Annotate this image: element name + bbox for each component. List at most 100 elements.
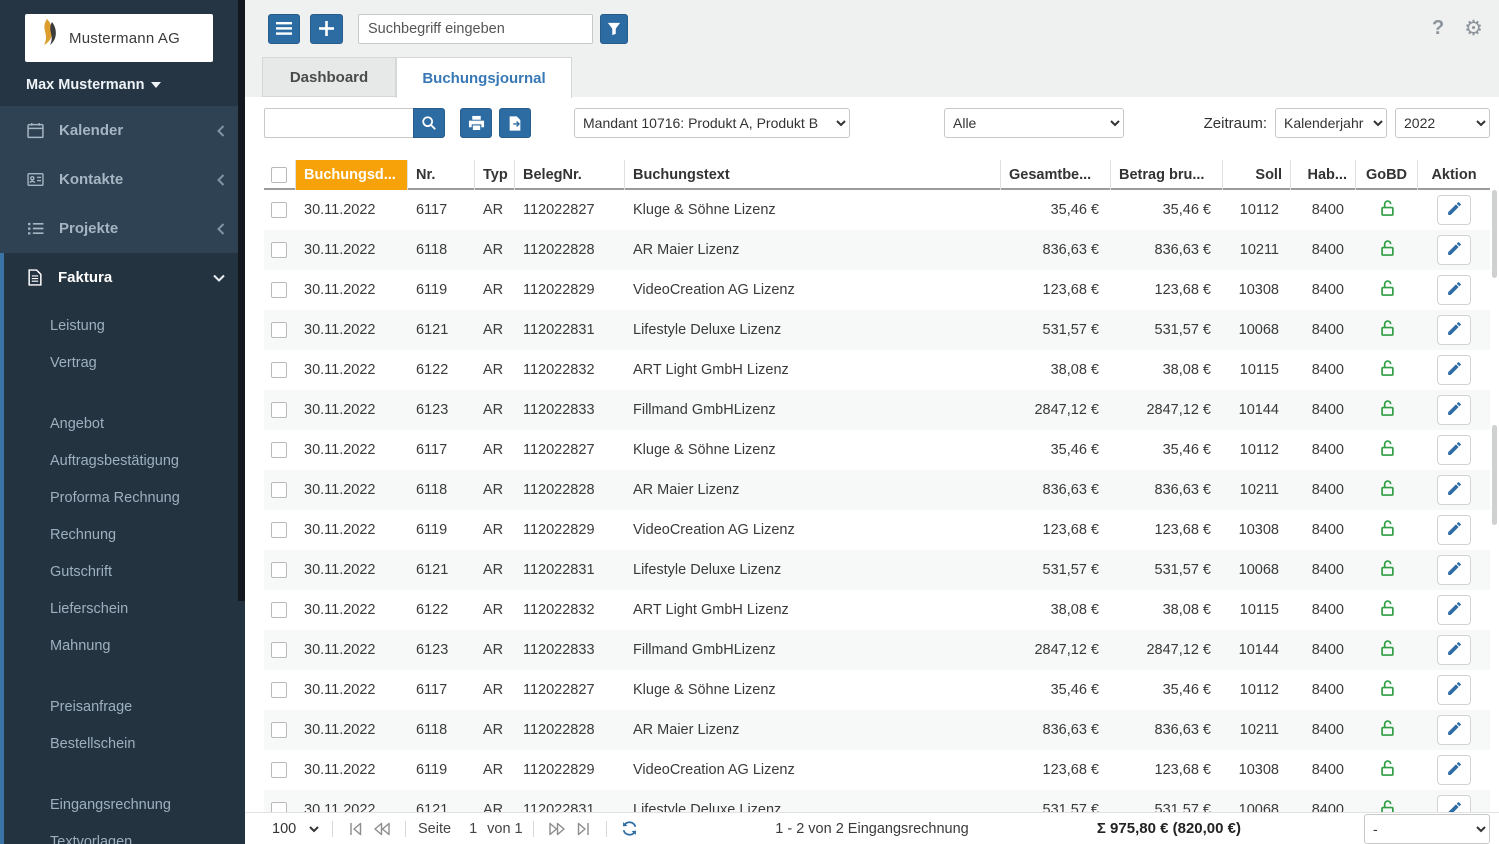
- edit-button[interactable]: [1437, 515, 1471, 545]
- global-search-input[interactable]: [358, 13, 593, 44]
- tab-buchungsjournal[interactable]: Buchungsjournal: [396, 57, 572, 98]
- edit-button[interactable]: [1437, 675, 1471, 705]
- status-filter-select[interactable]: Alle: [944, 108, 1124, 138]
- row-checkbox[interactable]: [271, 642, 287, 658]
- user-menu[interactable]: Max Mustermann: [0, 62, 245, 106]
- unlocked-icon[interactable]: [1380, 599, 1395, 617]
- column-header-belegnr[interactable]: BelegNr.: [515, 160, 625, 190]
- scrollbar-thumb[interactable]: [1492, 190, 1497, 278]
- search-button[interactable]: [413, 108, 445, 138]
- column-header-haben[interactable]: Hab...: [1291, 160, 1356, 190]
- row-checkbox[interactable]: [271, 722, 287, 738]
- unlocked-icon[interactable]: [1380, 279, 1395, 297]
- edit-button[interactable]: [1437, 715, 1471, 745]
- extra-action-select[interactable]: -: [1364, 813, 1490, 844]
- unlocked-icon[interactable]: [1380, 639, 1395, 657]
- edit-button[interactable]: [1437, 275, 1471, 305]
- column-header-nr[interactable]: Nr.: [408, 160, 475, 190]
- table-search-input[interactable]: [264, 108, 413, 138]
- tab-dashboard[interactable]: Dashboard: [262, 57, 396, 97]
- edit-button[interactable]: [1437, 435, 1471, 465]
- row-checkbox[interactable]: [271, 442, 287, 458]
- row-checkbox[interactable]: [271, 602, 287, 618]
- sidebar-subitem[interactable]: Proforma Rechnung: [4, 480, 245, 517]
- column-header-aktion[interactable]: Aktion: [1418, 160, 1490, 190]
- row-checkbox[interactable]: [271, 242, 287, 258]
- unlocked-icon[interactable]: [1380, 359, 1395, 377]
- select-all-checkbox[interactable]: [271, 167, 287, 183]
- row-checkbox[interactable]: [271, 282, 287, 298]
- sidebar-subitem[interactable]: Angebot: [4, 406, 245, 443]
- unlocked-icon[interactable]: [1380, 759, 1395, 777]
- row-checkbox[interactable]: [271, 402, 287, 418]
- sidebar-subitem[interactable]: Lieferschein: [4, 591, 245, 628]
- edit-button[interactable]: [1437, 795, 1471, 812]
- unlocked-icon[interactable]: [1380, 399, 1395, 417]
- sidebar-item-kontakte[interactable]: Kontakte: [0, 155, 245, 204]
- scrollbar-thumb[interactable]: [1492, 425, 1497, 525]
- column-header-gesamtbetrag[interactable]: Gesamtbe...: [1001, 160, 1111, 190]
- row-checkbox[interactable]: [271, 482, 287, 498]
- sidebar-subitem[interactable]: Leistung: [4, 308, 245, 345]
- row-checkbox[interactable]: [271, 322, 287, 338]
- edit-button[interactable]: [1437, 235, 1471, 265]
- gear-icon[interactable]: ⚙: [1464, 18, 1483, 39]
- column-header-betrag-brutto[interactable]: Betrag bru...: [1111, 160, 1223, 190]
- row-checkbox[interactable]: [271, 202, 287, 218]
- next-page-button[interactable]: [544, 818, 570, 840]
- unlocked-icon[interactable]: [1380, 679, 1395, 697]
- unlocked-icon[interactable]: [1380, 559, 1395, 577]
- unlocked-icon[interactable]: [1380, 439, 1395, 457]
- first-page-button[interactable]: [343, 818, 369, 840]
- row-checkbox[interactable]: [271, 562, 287, 578]
- unlocked-icon[interactable]: [1380, 799, 1395, 812]
- edit-button[interactable]: [1437, 595, 1471, 625]
- sidebar-subitem[interactable]: Gutschrift: [4, 554, 245, 591]
- edit-button[interactable]: [1437, 315, 1471, 345]
- export-button[interactable]: [499, 108, 531, 138]
- unlocked-icon[interactable]: [1380, 519, 1395, 537]
- zeitraum-year-select[interactable]: 2022: [1395, 108, 1490, 138]
- add-button[interactable]: [310, 13, 343, 44]
- column-header-buchungstext[interactable]: Buchungstext: [625, 160, 1001, 190]
- edit-button[interactable]: [1437, 195, 1471, 225]
- sidebar-item-projekte[interactable]: Projekte: [0, 204, 245, 253]
- row-checkbox[interactable]: [271, 522, 287, 538]
- edit-button[interactable]: [1437, 555, 1471, 585]
- edit-button[interactable]: [1437, 755, 1471, 785]
- unlocked-icon[interactable]: [1380, 199, 1395, 217]
- zeitraum-type-select[interactable]: Kalenderjahr: [1275, 108, 1387, 138]
- sidebar-subitem[interactable]: Preisanfrage: [4, 689, 245, 726]
- column-header-soll[interactable]: Soll: [1223, 160, 1291, 190]
- unlocked-icon[interactable]: [1380, 319, 1395, 337]
- unlocked-icon[interactable]: [1380, 719, 1395, 737]
- sidebar-subitem[interactable]: Bestellschein: [4, 726, 245, 763]
- column-header-gobd[interactable]: GoBD: [1356, 160, 1418, 190]
- last-page-button[interactable]: [570, 818, 596, 840]
- row-checkbox[interactable]: [271, 802, 287, 812]
- column-header-typ[interactable]: Typ: [475, 160, 515, 190]
- filter-button[interactable]: [600, 13, 628, 44]
- sidebar-scrollbar[interactable]: [238, 0, 245, 601]
- sidebar-subitem[interactable]: Eingangsrechnung: [4, 787, 245, 824]
- mandant-select[interactable]: Mandant 10716: Produkt A, Produkt B: [574, 108, 850, 138]
- sidebar-subitem[interactable]: Textvorlagen: [4, 824, 245, 844]
- edit-button[interactable]: [1437, 635, 1471, 665]
- unlocked-icon[interactable]: [1380, 239, 1395, 257]
- help-icon[interactable]: ?: [1432, 17, 1444, 40]
- menu-button[interactable]: [268, 13, 300, 44]
- edit-button[interactable]: [1437, 355, 1471, 385]
- prev-page-button[interactable]: [369, 818, 395, 840]
- sidebar-item-faktura[interactable]: Faktura: [4, 253, 245, 302]
- sidebar-item-kalender[interactable]: Kalender: [0, 106, 245, 155]
- column-header-buchungsdatum[interactable]: Buchungsd...: [296, 160, 408, 190]
- print-button[interactable]: [460, 108, 492, 138]
- row-checkbox[interactable]: [271, 762, 287, 778]
- unlocked-icon[interactable]: [1380, 479, 1395, 497]
- edit-button[interactable]: [1437, 395, 1471, 425]
- page-size-select[interactable]: 100: [264, 813, 322, 844]
- sidebar-subitem[interactable]: Rechnung: [4, 517, 245, 554]
- current-page[interactable]: 1: [469, 821, 477, 837]
- sidebar-subitem[interactable]: Auftragsbestätigung: [4, 443, 245, 480]
- refresh-button[interactable]: [617, 818, 643, 840]
